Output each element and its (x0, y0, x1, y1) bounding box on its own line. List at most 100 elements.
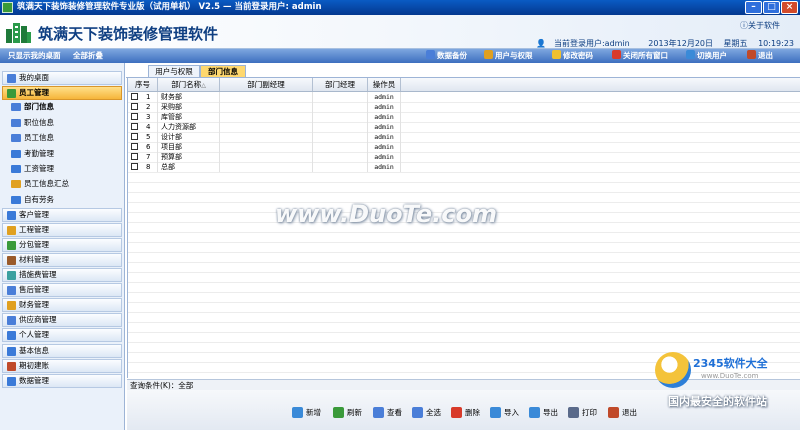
cell-operator: admin (368, 152, 401, 162)
cell-deputy-manager (220, 112, 313, 122)
cell-deputy-manager (220, 162, 313, 172)
row-checkbox[interactable] (131, 93, 138, 100)
sidebar-item-employee[interactable]: 员工管理 (2, 86, 122, 100)
export-button[interactable]: 导出 (529, 406, 558, 420)
current-user-label: 👤 当前登录用户:admin (536, 39, 630, 48)
sidebar-item-measure-fee[interactable]: 措施费管理 (2, 268, 122, 282)
row-checkbox[interactable] (131, 123, 138, 130)
sidebar-item-desktop[interactable]: 我的桌面 (2, 71, 122, 85)
col-header-manager[interactable]: 部门经理 (313, 78, 368, 91)
delete-icon (451, 407, 462, 418)
cell-name: 设计部 (158, 132, 220, 142)
sidebar-item-customer[interactable]: 客户管理 (2, 208, 122, 222)
logo-icon (6, 23, 31, 43)
app-title: 筑满天下装饰装修管理软件 (38, 25, 219, 43)
opening-account-icon (7, 362, 16, 371)
basic-info-icon (7, 347, 16, 356)
project-icon (7, 226, 16, 235)
finance-icon (7, 301, 16, 310)
delete-button[interactable]: 删除 (451, 406, 480, 420)
row-checkbox[interactable] (131, 153, 138, 160)
cell-operator: admin (368, 132, 401, 142)
row-checkbox[interactable] (131, 133, 138, 140)
exit-button[interactable]: 退出 (608, 406, 637, 420)
toolbar-password-button[interactable]: 修改密码 (552, 49, 593, 63)
sidebar-subitem-staff-summary[interactable]: 员工信息汇总 (10, 177, 69, 191)
cell-manager (313, 162, 368, 172)
sidebar-item-subcontract[interactable]: 分包管理 (2, 238, 122, 252)
title-bar: 筑满天下装饰装修管理软件专业版（试用单机） V2.5 — 当前登录用户: adm… (0, 0, 800, 15)
col-header-deputy-manager[interactable]: 部门副经理 (220, 78, 313, 91)
add-button[interactable]: 新增 (292, 406, 321, 420)
toolbar-users-button[interactable]: 用户与权限 (484, 49, 533, 63)
weekday: 星期五 (723, 39, 748, 48)
sidebar-item-personal[interactable]: 个人管理 (2, 328, 122, 342)
row-checkbox[interactable] (131, 103, 138, 110)
material-icon (7, 256, 16, 265)
key-icon (552, 50, 561, 59)
sidebar-subitem-salary[interactable]: 工资管理 (10, 162, 54, 176)
sort-asc-icon: △ (201, 82, 206, 89)
toolbar-exit-button[interactable]: 退出 (747, 49, 773, 63)
sidebar-item-project[interactable]: 工程管理 (2, 223, 122, 237)
exit-icon (608, 407, 619, 418)
subcontract-icon (7, 241, 16, 250)
collapse-all-button[interactable]: 全部折叠 (73, 49, 103, 63)
sidebar-subitem-staff-info[interactable]: 员工信息 (10, 131, 54, 145)
cell-no: 1 (128, 92, 158, 102)
select-all-button[interactable]: 全选 (412, 406, 441, 420)
col-header-operator[interactable]: 操作员 (368, 78, 401, 91)
refresh-button[interactable]: 刷新 (333, 406, 362, 420)
sidebar-subitem-attendance[interactable]: 考勤管理 (10, 147, 54, 161)
cell-name: 预算部 (158, 152, 220, 162)
maximize-button[interactable]: □ (763, 1, 780, 14)
sidebar-subitem-department[interactable]: 部门信息 (10, 100, 54, 114)
toolbar-switch-user-button[interactable]: 切换用户 (686, 49, 727, 63)
row-checkbox[interactable] (131, 143, 138, 150)
cell-operator: admin (368, 142, 401, 152)
table-header: 序号 部门名称△ 部门副经理 部门经理 操作员 (128, 78, 800, 92)
print-button[interactable]: 打印 (568, 406, 597, 420)
info-icon: ⓘ (740, 21, 748, 30)
import-icon (490, 407, 501, 418)
close-button[interactable]: × (781, 1, 798, 14)
backup-icon (426, 50, 435, 59)
cell-name: 库管部 (158, 112, 220, 122)
measure-fee-icon (7, 271, 16, 280)
app-header: 筑满天下装饰装修管理软件 ⓘ关于软件 👤 当前登录用户:admin 2013年12… (0, 15, 800, 49)
cell-name: 人力资源部 (158, 122, 220, 132)
row-checkbox[interactable] (131, 163, 138, 170)
tab-department-info[interactable]: 部门信息 (200, 65, 246, 77)
col-header-no[interactable]: 序号 (128, 78, 158, 91)
cell-no: 6 (128, 142, 158, 152)
data-icon (7, 377, 16, 386)
export-icon (529, 407, 540, 418)
sidebar-subitem-own-labor[interactable]: 自有劳务 (10, 193, 54, 207)
cell-operator: admin (368, 102, 401, 112)
sidebar-item-opening-account[interactable]: 期初建账 (2, 359, 122, 373)
sidebar-item-finance[interactable]: 财务管理 (2, 298, 122, 312)
sidebar-item-basic-info[interactable]: 基本信息 (2, 344, 122, 358)
refresh-icon (333, 407, 344, 418)
show-desktop-button[interactable]: 只显示我的桌面 (8, 49, 61, 63)
department-icon (11, 103, 21, 111)
close-all-icon (612, 50, 621, 59)
import-button[interactable]: 导入 (490, 406, 519, 420)
sidebar-subitem-position[interactable]: 职位信息 (10, 116, 54, 130)
sidebar-item-data[interactable]: 数据管理 (2, 374, 122, 388)
about-link[interactable]: ⓘ关于软件 (740, 20, 780, 31)
sidebar-item-material[interactable]: 材料管理 (2, 253, 122, 267)
sidebar-item-supplier[interactable]: 供应商管理 (2, 313, 122, 327)
tab-users-permissions[interactable]: 用户与权限 (148, 65, 200, 77)
sidebar-item-after-sale[interactable]: 售后管理 (2, 283, 122, 297)
minimize-button[interactable]: – (745, 1, 762, 14)
after-sale-icon (7, 286, 16, 295)
view-button[interactable]: 查看 (373, 406, 402, 420)
row-checkbox[interactable] (131, 113, 138, 120)
toolbar-close-all-button[interactable]: 关闭所有窗口 (612, 49, 668, 63)
cell-manager (313, 152, 368, 162)
cell-manager (313, 102, 368, 112)
cell-no: 4 (128, 122, 158, 132)
col-header-name[interactable]: 部门名称△ (158, 78, 220, 91)
toolbar-backup-button[interactable]: 数据备份 (426, 49, 467, 63)
